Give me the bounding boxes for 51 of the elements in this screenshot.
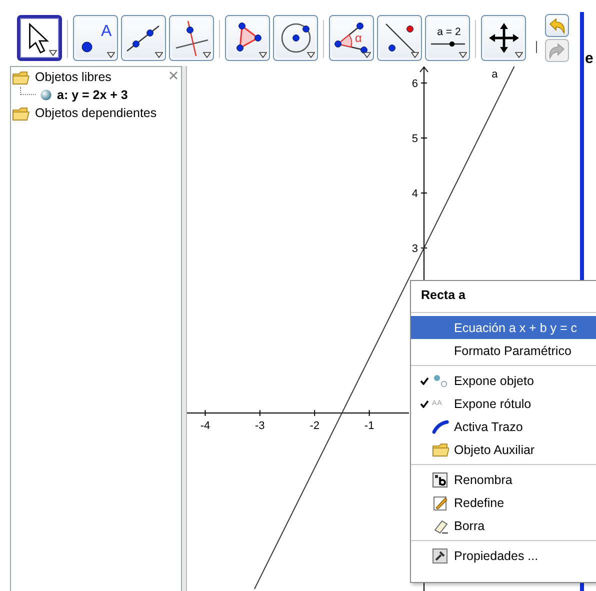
menu-item[interactable]: Formato Paramétrico — [411, 339, 596, 362]
tick-label: -2 — [310, 420, 320, 432]
folder-icon — [12, 106, 30, 120]
cut-text: e — [584, 50, 594, 67]
line-label: a — [492, 68, 498, 80]
tree-item[interactable]: a: y = 2x + 3 — [57, 88, 128, 102]
menu-title: Recta a — [420, 287, 466, 304]
tool-button[interactable] — [121, 15, 166, 61]
tool-button[interactable] — [17, 15, 62, 61]
dropdown-triangle-icon — [107, 52, 115, 58]
menu-item[interactable]: Objeto Auxiliar — [411, 438, 596, 461]
dropdown-triangle-icon — [459, 52, 467, 58]
tick-label: -1 — [364, 420, 374, 432]
tool-button[interactable] — [273, 15, 318, 61]
undo-button[interactable] — [545, 14, 569, 37]
menu-item[interactable]: Propiedades ... — [411, 544, 596, 567]
menu-item[interactable]: Borra — [411, 514, 596, 537]
dropdown-triangle-icon — [411, 52, 419, 58]
tree-item[interactable]: Objetos dependientes — [35, 106, 157, 120]
tick-label: 6 — [412, 78, 418, 90]
tool-button[interactable] — [225, 15, 270, 61]
stroke-icon — [432, 418, 449, 434]
pencil-notepad-icon — [432, 494, 449, 510]
sphere-icon — [40, 89, 52, 101]
tick-label: -4 — [200, 420, 210, 432]
tick-label: 3 — [412, 243, 418, 255]
tick-label: 4 — [412, 188, 418, 200]
eraser-icon — [432, 518, 449, 534]
tool-button[interactable] — [481, 15, 526, 61]
dropdown-triangle-icon — [155, 52, 163, 58]
tool-button[interactable] — [169, 15, 214, 61]
rename-icon — [432, 472, 449, 488]
points-icon — [432, 372, 449, 388]
tool-button[interactable] — [377, 15, 422, 61]
tree-item[interactable]: Objetos libres — [35, 70, 112, 84]
dropdown-triangle-icon — [49, 50, 57, 56]
dropdown-triangle-icon — [259, 52, 267, 58]
menu-item[interactable]: Ecuación a x + b y = c — [411, 316, 596, 339]
tick-label: -3 — [255, 420, 265, 432]
dropdown-triangle-icon — [203, 52, 211, 58]
dropdown-triangle-icon — [515, 52, 523, 58]
menu-item[interactable]: Activa Trazo — [411, 415, 596, 438]
folder-icon — [12, 70, 30, 84]
close-icon — [169, 71, 178, 80]
folder-icon — [432, 442, 449, 458]
menu-item[interactable]: Renombra — [411, 468, 596, 491]
menu-item[interactable]: Redefine — [411, 491, 596, 514]
dropdown-triangle-icon — [307, 52, 315, 58]
dropdown-triangle-icon — [363, 52, 371, 58]
menu-item[interactable]: Expone objeto — [411, 369, 596, 392]
tick-label: 5 — [412, 133, 418, 145]
